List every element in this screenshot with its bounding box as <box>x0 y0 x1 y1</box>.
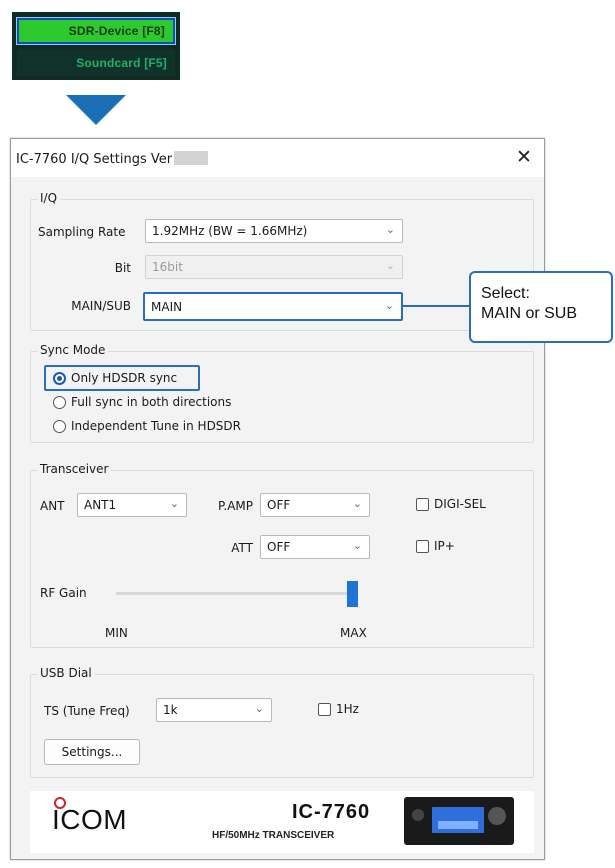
icom-logo: ICOM <box>52 804 128 835</box>
checkbox-unchecked-icon <box>318 702 331 716</box>
transceiver-knob-small <box>412 809 424 821</box>
model-subtitle: HF/50MHz TRANSCEIVER <box>212 830 335 841</box>
dialog-title: IC-7760 I/Q Settings Ver <box>16 151 209 167</box>
settings-button[interactable]: Settings... <box>44 739 140 765</box>
model-name: IC-7760 <box>292 801 371 823</box>
sync-mode-group-label: Sync Mode <box>37 343 109 357</box>
ts-value: 1k <box>163 703 178 717</box>
menu-item-sdr-device[interactable]: SDR-Device [F8] <box>16 17 176 45</box>
main-sub-callout: Select: MAIN or SUB <box>469 271 613 343</box>
digisel-label: DIGI-SEL <box>434 497 486 511</box>
chevron-down-icon: ⌄ <box>169 497 179 510</box>
dialog-title-text: IC-7760 I/Q Settings Ver <box>16 152 173 167</box>
chevron-down-icon: ⌄ <box>385 223 395 236</box>
sync-option-label: Full sync in both directions <box>71 395 232 409</box>
chevron-down-icon: ⌄ <box>385 259 395 272</box>
checkbox-unchecked-icon <box>416 497 429 511</box>
ts-label: TS (Tune Freq) <box>44 704 130 718</box>
rf-gain-label: RF Gain <box>40 586 87 600</box>
version-redacted <box>174 151 209 165</box>
ipplus-label: IP+ <box>434 539 455 553</box>
radio-selected-icon <box>53 371 66 385</box>
ipplus-checkbox[interactable]: IP+ <box>416 539 455 553</box>
sync-option-only-hdsdr[interactable]: Only HDSDR sync <box>53 371 177 385</box>
pamp-label: P.AMP <box>218 499 253 513</box>
onehz-label: 1Hz <box>336 702 359 716</box>
ant-value: ANT1 <box>84 498 117 512</box>
radio-unselected-icon <box>53 395 66 409</box>
main-sub-value: MAIN <box>151 299 183 314</box>
rf-gain-slider-track[interactable] <box>116 592 356 595</box>
title-bar: IC-7760 I/Q Settings Ver ✕ <box>11 139 544 177</box>
transceiver-group-label: Transceiver <box>37 462 112 476</box>
usb-dial-group-label: USB Dial <box>37 666 95 680</box>
main-sub-select[interactable]: MAIN ⌄ <box>143 292 403 321</box>
transceiver-screen <box>432 807 484 833</box>
chevron-down-icon: ⌄ <box>384 299 394 312</box>
ant-label: ANT <box>40 499 65 513</box>
transceiver-knob <box>488 807 506 825</box>
sampling-rate-select[interactable]: 1.92MHz (BW = 1.66MHz) ⌄ <box>145 219 403 243</box>
iq-group-label: I/Q <box>37 191 61 205</box>
sampling-rate-label: Sampling Rate <box>38 225 126 239</box>
chevron-down-icon: ⌄ <box>254 702 264 715</box>
ts-select[interactable]: 1k ⌄ <box>156 698 272 722</box>
arrow-down-icon <box>66 95 126 125</box>
main-sub-label: MAIN/SUB <box>71 299 131 313</box>
callout-connector <box>402 305 469 307</box>
iq-settings-dialog: IC-7760 I/Q Settings Ver ✕ I/Q Sampling … <box>10 138 545 860</box>
att-select[interactable]: OFF ⌄ <box>260 535 370 559</box>
sampling-rate-value: 1.92MHz (BW = 1.66MHz) <box>152 224 308 238</box>
att-value: OFF <box>267 540 291 554</box>
bit-value: 16bit <box>152 260 183 274</box>
ant-select[interactable]: ANT1 ⌄ <box>77 493 187 517</box>
callout-line-2: MAIN or SUB <box>481 305 578 322</box>
icom-banner: ICOM IC-7760 HF/50MHz TRANSCEIVER <box>30 791 534 853</box>
radio-unselected-icon <box>53 419 66 433</box>
sync-option-independent[interactable]: Independent Tune in HDSDR <box>53 419 241 433</box>
pamp-select[interactable]: OFF ⌄ <box>260 493 370 517</box>
att-label: ATT <box>231 541 253 555</box>
transceiver-image <box>404 797 514 845</box>
callout-line-1: Select: <box>481 285 530 302</box>
chevron-down-icon: ⌄ <box>352 539 362 552</box>
digisel-checkbox[interactable]: DIGI-SEL <box>416 497 486 511</box>
sync-option-full-sync[interactable]: Full sync in both directions <box>53 395 231 409</box>
checkbox-unchecked-icon <box>416 539 429 553</box>
close-icon[interactable]: ✕ <box>511 145 537 169</box>
device-menu: SDR-Device [F8] Soundcard [F5] <box>12 12 180 80</box>
bit-select: 16bit ⌄ <box>145 255 403 279</box>
onehz-checkbox[interactable]: 1Hz <box>318 702 359 716</box>
sync-option-label: Independent Tune in HDSDR <box>71 419 242 433</box>
sync-option-label: Only HDSDR sync <box>71 371 178 385</box>
pamp-value: OFF <box>267 498 291 512</box>
bit-label: Bit <box>114 261 131 275</box>
rf-gain-min-label: MIN <box>105 626 128 640</box>
rf-gain-slider-thumb[interactable] <box>347 581 358 607</box>
rf-gain-max-label: MAX <box>340 626 367 640</box>
chevron-down-icon: ⌄ <box>352 497 362 510</box>
menu-item-soundcard[interactable]: Soundcard [F5] <box>17 50 175 76</box>
